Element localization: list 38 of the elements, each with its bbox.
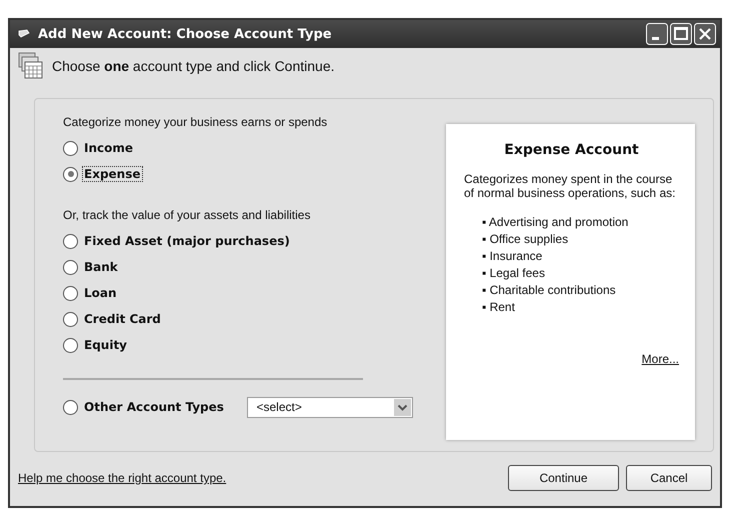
option-label[interactable]: Loan [82, 285, 119, 301]
continue-button[interactable]: Continue [508, 465, 619, 491]
account-type-dropdown[interactable]: <select> [247, 396, 413, 418]
help-link[interactable]: Help me choose the right account type. [18, 471, 226, 485]
cancel-button[interactable]: Cancel [626, 465, 712, 491]
info-description: Categorizes money spent in the course of normal business operations, such as: [464, 172, 676, 200]
app-icon [18, 29, 30, 39]
instruction-text: Choose one account type and click Continue. [52, 58, 335, 74]
section-caption: Categorize money your business earns or spends [63, 115, 328, 129]
example-item: ▪ Charitable contributions [482, 282, 617, 299]
option-label[interactable]: Income [82, 140, 136, 156]
radio-button[interactable] [63, 312, 78, 326]
example-item: ▪ Rent [482, 299, 516, 316]
radio-button[interactable] [63, 400, 78, 414]
radio-button[interactable] [63, 140, 78, 156]
radio-button[interactable] [63, 286, 78, 300]
radio-button[interactable] [63, 234, 78, 248]
radio-button[interactable] [63, 166, 78, 182]
info-title: Expense Account [503, 142, 640, 158]
radio-button[interactable] [63, 260, 78, 274]
table-icon [18, 52, 44, 80]
option-label[interactable]: Equity [82, 337, 130, 353]
option-label[interactable]: Expense [82, 166, 142, 182]
window-title: Add New Account: Choose Account Type [38, 26, 333, 42]
option-label[interactable]: Bank [82, 259, 120, 275]
option-label[interactable]: Fixed Asset (major purchases) [82, 233, 292, 249]
example-item: ▪ Legal fees [482, 265, 546, 282]
example-item: ▪ Advertising and promotion [482, 214, 630, 231]
example-item: ▪ Insurance [482, 248, 544, 265]
section-caption: Or, track the value of your assets and liabilities [63, 208, 312, 222]
close-icon[interactable] [694, 23, 716, 45]
option-label[interactable]: Other Account Types [82, 399, 244, 415]
radio-button[interactable] [63, 338, 78, 352]
more-link[interactable]: More... [642, 352, 679, 366]
minimize-icon[interactable] [646, 23, 668, 45]
example-item: ▪ Office supplies [482, 231, 570, 248]
option-label[interactable]: Credit Card [82, 311, 163, 327]
maximize-icon[interactable] [670, 23, 692, 45]
